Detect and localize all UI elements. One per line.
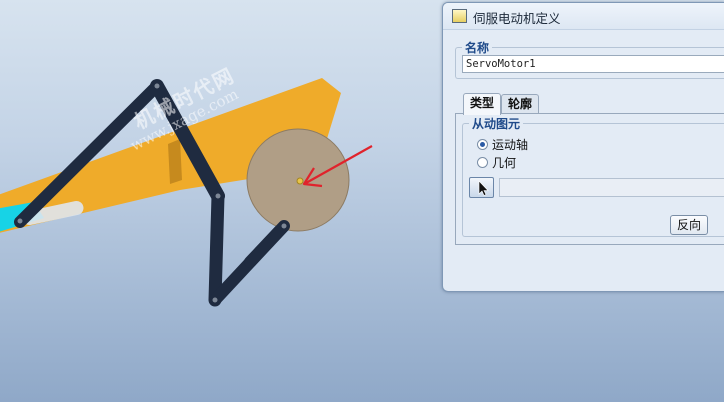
geometry-radio[interactable] — [477, 157, 488, 168]
tab-type[interactable]: 类型 — [463, 93, 501, 115]
app-window-icon — [452, 9, 467, 23]
joint-pin — [281, 223, 287, 229]
geometry-label: 几何 — [492, 156, 517, 170]
dialog-body: 名称 类型 轮廓 从动图元 运动轴 几何 — [451, 31, 724, 291]
cursor-arrow-icon — [478, 180, 489, 196]
motor-name-input[interactable] — [462, 55, 724, 73]
geometry-option[interactable]: 几何 — [477, 155, 516, 171]
driven-group-legend: 从动图元 — [469, 115, 524, 132]
dialog-title: 伺服电动机定义 — [473, 11, 561, 26]
type-tab-panel: 从动图元 运动轴 几何 反向 — [455, 113, 724, 245]
motion-axis-radio[interactable] — [477, 139, 488, 150]
selected-entity-field[interactable] — [499, 178, 724, 197]
modeling-workspace[interactable]: 机械时代网 www.jxage.com 伺服电动机定义 名称 类型 轮廓 从动图… — [0, 0, 724, 402]
joint-pin — [17, 218, 23, 224]
tab-profile[interactable]: 轮廓 — [501, 94, 539, 113]
disk-center-marker — [296, 177, 304, 185]
select-entity-button[interactable] — [469, 177, 494, 198]
joint-pin — [154, 83, 160, 89]
link-crank-front — [244, 220, 290, 268]
plate-notch — [168, 139, 182, 184]
link-vertical[interactable] — [208, 189, 225, 307]
joint-pin — [212, 297, 218, 303]
motion-axis-option[interactable]: 运动轴 — [477, 137, 528, 153]
name-group-legend: 名称 — [462, 39, 493, 56]
motion-axis-label: 运动轴 — [492, 138, 529, 152]
driven-entity-group: 从动图元 运动轴 几何 反向 — [462, 115, 724, 237]
dialog-titlebar[interactable]: 伺服电动机定义 — [443, 3, 724, 30]
joint-pin — [215, 193, 221, 199]
servo-motor-dialog[interactable]: 伺服电动机定义 名称 类型 轮廓 从动图元 运动轴 几何 — [442, 2, 724, 292]
flip-direction-button[interactable]: 反向 — [670, 215, 708, 235]
